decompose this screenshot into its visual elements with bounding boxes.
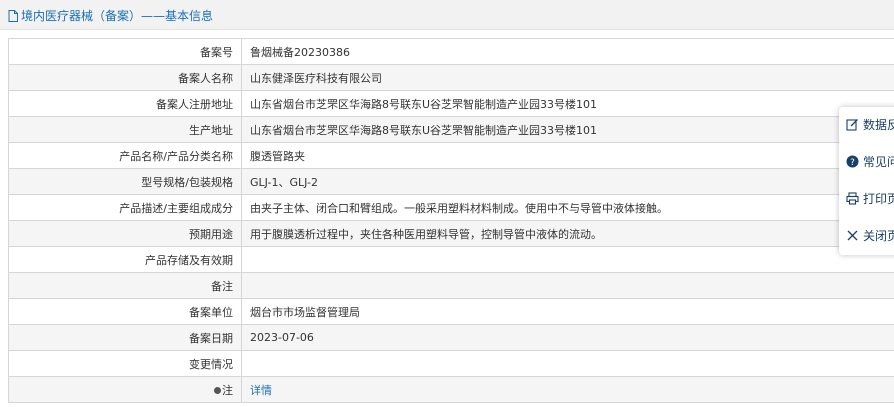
print-icon — [846, 192, 859, 205]
info-row: 备案人注册地址 山东省烟台市芝罘区华海路8号联东U谷芝罘智能制造产业园33号楼10… — [8, 90, 894, 117]
svg-text:?: ? — [850, 158, 855, 168]
field-value: 山东省烟台市芝罘区华海路8号联东U谷芝罘智能制造产业园33号楼101 — [241, 116, 894, 143]
field-value — [241, 246, 894, 273]
info-row: 产品名称/产品分类名称 腹透管路夹 — [8, 142, 894, 169]
question-icon: ? — [846, 155, 859, 168]
close-page-button[interactable]: 关闭页 — [846, 227, 894, 244]
field-value: 2023-07-06 — [241, 324, 894, 351]
field-label: 备案号 — [8, 38, 242, 65]
faq-label: 常见问 — [863, 155, 894, 169]
info-row: 预期用途 用于腹膜透析过程中，夹住各种医用塑料导管，控制导管中液体的流动。 — [8, 220, 894, 247]
pin-icon — [214, 387, 221, 394]
info-table: 备案号 鲁烟械备20230386 备案人名称 山东健泽医疗科技有限公司 备案人注册地址山… — [8, 38, 894, 403]
field-label: 备注 — [8, 272, 242, 299]
page-title-wrap: 境内医疗器械（备案）——基本信息 — [8, 7, 213, 24]
page-header: 境内医疗器械（备案）——基本信息 — [0, 0, 894, 30]
field-label: 型号规格/包装规格 — [8, 168, 242, 195]
field-value: 腹透管路夹 — [241, 142, 894, 169]
feedback-button[interactable]: 数据反 — [846, 116, 894, 133]
note-label-cell: 注 — [8, 376, 242, 403]
field-label: 预期用途 — [8, 220, 242, 247]
info-row: 型号规格/包装规格 GLJ-1、GLJ-2 — [8, 168, 894, 195]
field-label: 产品名称/产品分类名称 — [8, 142, 242, 169]
field-label: 变更情况 — [8, 350, 242, 377]
field-value: 山东省烟台市芝罘区华海路8号联东U谷芝罘智能制造产业园33号楼101 — [241, 90, 894, 117]
field-value: 鲁烟械备20230386 — [241, 38, 894, 65]
edit-icon — [846, 119, 858, 131]
feedback-label: 数据反 — [863, 118, 894, 132]
close-page-label: 关闭页 — [863, 229, 894, 243]
info-row: 生产地址 山东省烟台市芝罘区华海路8号联东U谷芝罘智能制造产业园33号楼101 — [8, 116, 894, 143]
info-row: 备案号 鲁烟械备20230386 — [8, 38, 894, 65]
print-label: 打印页 — [863, 192, 894, 206]
info-row: 备案单位 烟台市市场监督管理局 — [8, 298, 894, 325]
info-row: 备注 — [8, 272, 894, 299]
field-value: 用于腹膜透析过程中，夹住各种医用塑料导管，控制导管中液体的流动。 — [241, 220, 894, 247]
print-button[interactable]: 打印页 — [846, 190, 894, 207]
field-label: 生产地址 — [8, 116, 242, 143]
note-row: 注 详情 — [8, 376, 894, 403]
field-value: 由夹子主体、闭合口和臂组成。一般采用塑料材料制成。使用中不与导管中液体接触。 — [241, 194, 894, 221]
note-label: 注 — [222, 383, 233, 397]
field-value — [241, 272, 894, 299]
page-title: 境内医疗器械（备案）——基本信息 — [21, 9, 214, 23]
info-row: 变更情况 — [8, 350, 894, 377]
info-row: 产品描述/主要组成成分 由夹子主体、闭合口和臂组成。一般采用塑料材料制成。使用中不… — [8, 194, 894, 221]
field-label: 产品描述/主要组成成分 — [8, 194, 242, 221]
close-icon — [847, 230, 858, 241]
field-value — [241, 350, 894, 377]
floating-tool-panel: 数据反 ? 常见问 打印页 关闭页 — [839, 107, 894, 255]
document-icon — [8, 9, 18, 22]
info-row: 备案人名称 山东健泽医疗科技有限公司 — [8, 64, 894, 91]
field-label: 备案人名称 — [8, 64, 242, 91]
field-label: 产品存储及有效期 — [8, 246, 242, 273]
field-label: 备案人注册地址 — [8, 90, 242, 117]
field-value: 烟台市市场监督管理局 — [241, 298, 894, 325]
field-label: 备案日期 — [8, 324, 242, 351]
info-row: 产品存储及有效期 — [8, 246, 894, 273]
info-row: 备案日期 2023-07-06 — [8, 324, 894, 351]
field-label: 备案单位 — [8, 298, 242, 325]
note-value-cell: 详情 — [241, 376, 894, 403]
field-value: 山东健泽医疗科技有限公司 — [241, 64, 894, 91]
faq-button[interactable]: ? 常见问 — [846, 153, 894, 170]
field-value: GLJ-1、GLJ-2 — [241, 168, 894, 195]
details-link[interactable]: 详情 — [250, 384, 272, 397]
